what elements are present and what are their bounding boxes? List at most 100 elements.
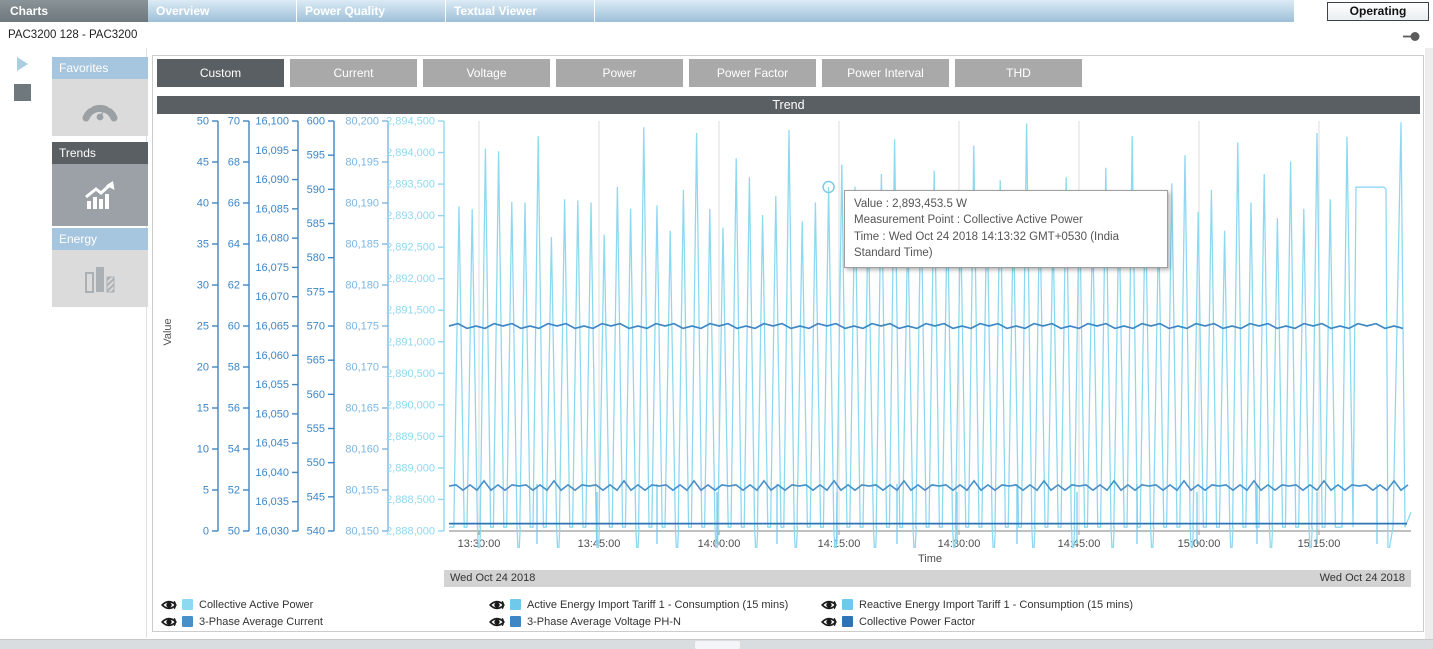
svg-text:555: 555 bbox=[307, 423, 325, 435]
tab-strip-filler bbox=[595, 0, 1295, 22]
trend-icon bbox=[80, 179, 120, 211]
svg-text:585: 585 bbox=[307, 218, 325, 230]
toolbar-button-custom[interactable]: Custom bbox=[157, 59, 284, 87]
svg-text:58: 58 bbox=[228, 362, 240, 374]
tab-power-quality[interactable]: Power Quality bbox=[297, 0, 446, 22]
visibility-eye-icon[interactable] bbox=[489, 599, 505, 611]
svg-text:600: 600 bbox=[307, 116, 325, 128]
gauge-icon bbox=[79, 93, 121, 123]
chart-title-bar: Trend bbox=[157, 96, 1420, 114]
svg-text:68: 68 bbox=[228, 157, 240, 169]
svg-text:16,075: 16,075 bbox=[255, 262, 289, 274]
svg-text:565: 565 bbox=[307, 355, 325, 367]
operating-button[interactable]: Operating bbox=[1327, 2, 1429, 21]
visibility-eye-icon[interactable] bbox=[161, 599, 177, 611]
legend-item: 3-Phase Average Voltage PH-N bbox=[489, 613, 788, 630]
legend-color-chip bbox=[182, 616, 193, 627]
visibility-eye-icon[interactable] bbox=[161, 616, 177, 628]
svg-text:60: 60 bbox=[228, 321, 240, 333]
toolbar-button-thd[interactable]: THD bbox=[955, 59, 1082, 87]
svg-text:80,195: 80,195 bbox=[345, 157, 379, 169]
chart-legend: Collective Active Power 3-Phase Average C… bbox=[153, 596, 1416, 632]
svg-text:10: 10 bbox=[197, 444, 209, 456]
sidebar-item-favorites[interactable]: Favorites bbox=[52, 57, 148, 79]
svg-text:14:30:00: 14:30:00 bbox=[938, 538, 981, 550]
svg-text:570: 570 bbox=[307, 321, 325, 333]
legend-item: 3-Phase Average Current bbox=[161, 613, 323, 630]
svg-text:54: 54 bbox=[228, 444, 240, 456]
svg-text:80,155: 80,155 bbox=[345, 485, 379, 497]
tab-overview[interactable]: Overview bbox=[148, 0, 297, 22]
svg-text:16,060: 16,060 bbox=[255, 350, 289, 362]
tab-charts[interactable]: Charts bbox=[0, 0, 148, 22]
svg-text:15: 15 bbox=[197, 403, 209, 415]
legend-label: Collective Active Power bbox=[199, 599, 313, 611]
svg-text:80,150: 80,150 bbox=[345, 526, 379, 538]
toolbar-button-power-factor[interactable]: Power Factor bbox=[689, 59, 816, 87]
sidebar-item-trends[interactable]: Trends bbox=[52, 142, 148, 164]
visibility-eye-icon[interactable] bbox=[489, 616, 505, 628]
trends-panel[interactable] bbox=[52, 164, 148, 226]
toolbar-button-voltage[interactable]: Voltage bbox=[423, 59, 550, 87]
svg-text:50: 50 bbox=[228, 526, 240, 538]
favorites-panel[interactable] bbox=[52, 79, 148, 136]
energy-panel[interactable] bbox=[52, 250, 148, 307]
top-tab-bar: Charts Overview Power Quality Textual Vi… bbox=[0, 0, 1433, 22]
date-end: Wed Oct 24 2018 bbox=[1320, 570, 1405, 587]
legend-label: Active Energy Import Tariff 1 - Consumpt… bbox=[527, 599, 788, 611]
legend-item: Collective Active Power bbox=[161, 596, 323, 613]
legend-column: Reactive Energy Import Tariff 1 - Consum… bbox=[821, 596, 1133, 630]
svg-text:56: 56 bbox=[228, 403, 240, 415]
svg-text:Value: Value bbox=[162, 318, 174, 345]
tab-textual-viewer[interactable]: Textual Viewer bbox=[446, 0, 595, 22]
svg-text:80,200: 80,200 bbox=[345, 116, 379, 128]
sidebar-item-energy[interactable]: Energy bbox=[52, 228, 148, 250]
visibility-eye-icon[interactable] bbox=[821, 599, 837, 611]
horizontal-scrollbar[interactable] bbox=[0, 639, 1433, 649]
svg-text:16,090: 16,090 bbox=[255, 174, 289, 186]
legend-item: Collective Power Factor bbox=[821, 613, 1133, 630]
toolbar-button-power-interval[interactable]: Power Interval bbox=[822, 59, 949, 87]
svg-text:16,080: 16,080 bbox=[255, 233, 289, 245]
svg-text:40: 40 bbox=[197, 198, 209, 210]
toolbar-button-power[interactable]: Power bbox=[556, 59, 683, 87]
svg-text:14:15:00: 14:15:00 bbox=[818, 538, 861, 550]
legend-item: Active Energy Import Tariff 1 - Consumpt… bbox=[489, 596, 788, 613]
legend-label: 3-Phase Average Current bbox=[199, 616, 323, 628]
svg-text:16,040: 16,040 bbox=[255, 467, 289, 479]
legend-color-chip bbox=[182, 599, 193, 610]
legend-color-chip bbox=[510, 599, 521, 610]
tab-strip: Overview Power Quality Textual Viewer bbox=[148, 0, 1295, 22]
svg-text:590: 590 bbox=[307, 184, 325, 196]
svg-text:80,185: 80,185 bbox=[345, 239, 379, 251]
svg-text:16,035: 16,035 bbox=[255, 496, 289, 508]
legend-label: Reactive Energy Import Tariff 1 - Consum… bbox=[859, 599, 1133, 611]
toolbar-button-current[interactable]: Current bbox=[290, 59, 417, 87]
legend-item: Reactive Energy Import Tariff 1 - Consum… bbox=[821, 596, 1133, 613]
energy-bars-icon bbox=[82, 264, 118, 294]
chart-canvas[interactable]: 13:30:0013:45:0014:00:0014:15:0014:30:00… bbox=[157, 114, 1420, 566]
rail-square-icon[interactable] bbox=[14, 84, 31, 101]
svg-text:25: 25 bbox=[197, 321, 209, 333]
pin-icon[interactable] bbox=[1403, 32, 1420, 41]
svg-text:15:15:00: 15:15:00 bbox=[1298, 538, 1341, 550]
trend-chart[interactable]: 13:30:0013:45:0014:00:0014:15:0014:30:00… bbox=[157, 114, 1420, 566]
tooltip-measurement-point: Measurement Point : Collective Active Po… bbox=[854, 212, 1158, 228]
operating-zone: Operating bbox=[1295, 0, 1433, 22]
scrollbar-thumb[interactable] bbox=[695, 641, 740, 649]
expand-arrow-icon[interactable] bbox=[17, 57, 28, 71]
divider bbox=[146, 48, 147, 638]
svg-text:16,085: 16,085 bbox=[255, 203, 289, 215]
svg-text:16,050: 16,050 bbox=[255, 408, 289, 420]
breadcrumb: PAC3200 128 - PAC3200 bbox=[8, 29, 137, 41]
app-window: Charts Overview Power Quality Textual Vi… bbox=[0, 0, 1433, 649]
svg-text:16,095: 16,095 bbox=[255, 145, 289, 157]
legend-color-chip bbox=[842, 616, 853, 627]
svg-text:52: 52 bbox=[228, 485, 240, 497]
visibility-eye-icon[interactable] bbox=[821, 616, 837, 628]
legend-column: Collective Active Power 3-Phase Average C… bbox=[161, 596, 323, 630]
svg-text:Time: Time bbox=[918, 553, 942, 565]
date-start: Wed Oct 24 2018 bbox=[450, 570, 535, 587]
svg-text:580: 580 bbox=[307, 252, 325, 264]
svg-text:2,891,500: 2,891,500 bbox=[386, 305, 435, 317]
